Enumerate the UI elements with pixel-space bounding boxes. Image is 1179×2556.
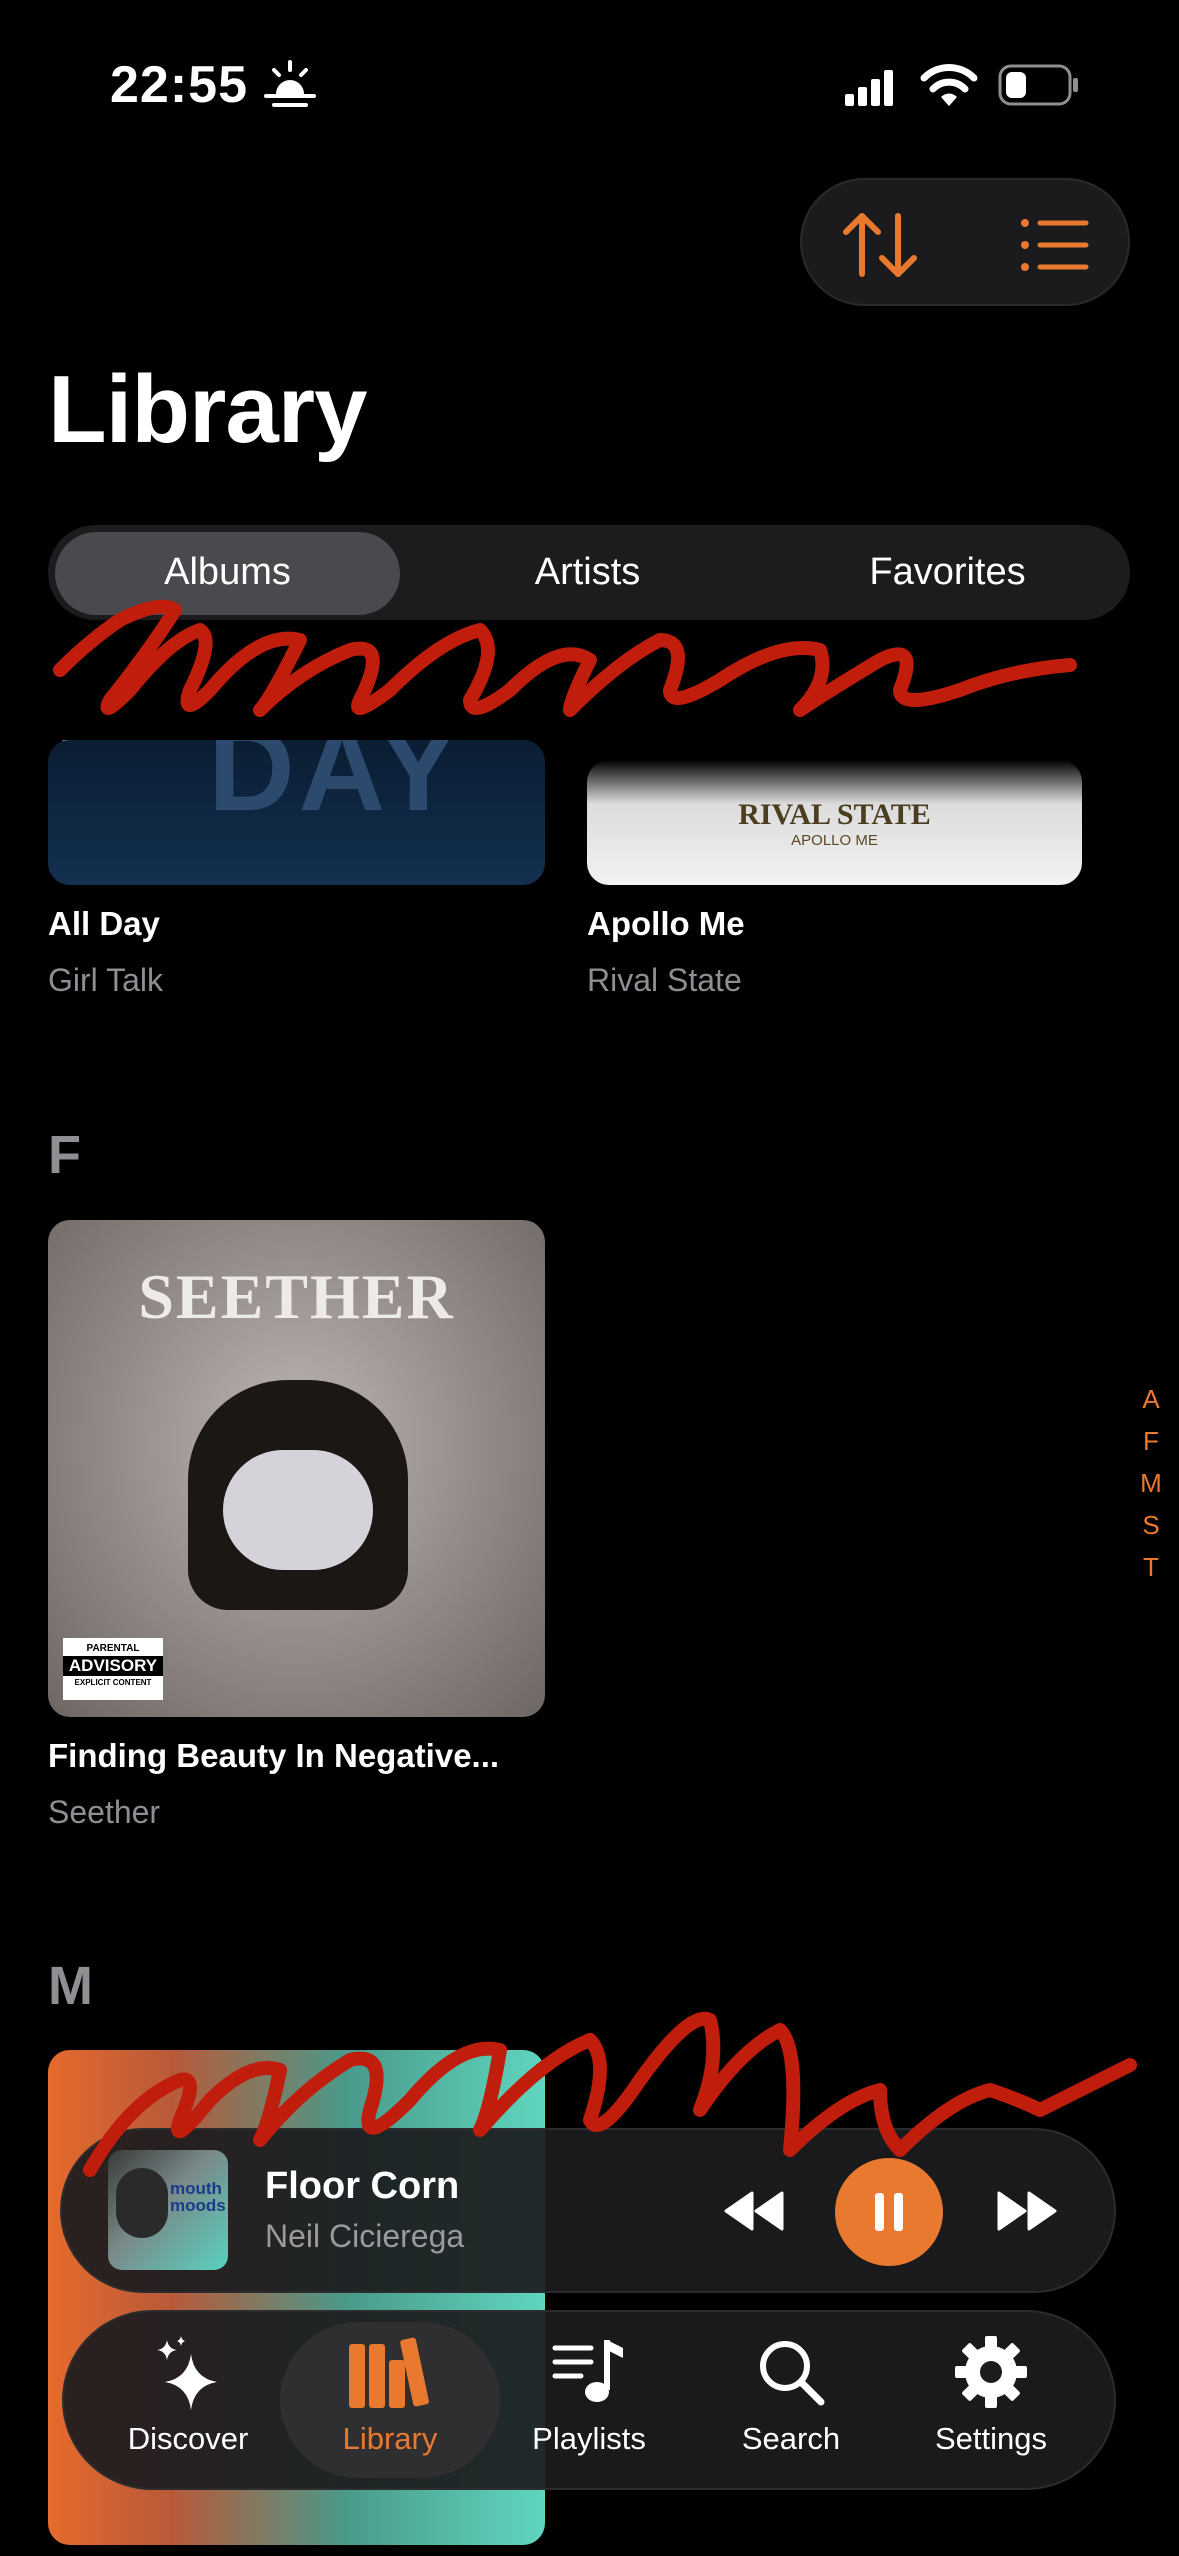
scribble-stroke-top [53,599,1077,717]
now-playing-artist[interactable]: Neil Cicierega [265,2218,464,2255]
index-letter[interactable]: A [1140,1378,1162,1420]
rewind-button[interactable] [720,2178,786,2244]
now-playing-title[interactable]: Floor Corn [265,2165,459,2208]
album-artist[interactable]: Rival State [587,962,742,999]
rewind-icon [724,2191,784,2231]
album-title[interactable]: All Day [48,905,160,943]
pause-button[interactable] [835,2158,943,2266]
segment-albums[interactable]: Albums [55,525,400,620]
cover-text: SEETHER [138,1261,455,1332]
section-header-m: M [48,1956,93,2016]
tab-search[interactable]: Search [691,2325,891,2475]
artwork-figure [116,2168,168,2238]
album-artist[interactable]: Seether [48,1794,160,1831]
status-time: 22:55 [110,56,248,114]
album-cover-all-day[interactable]: DAY [48,740,545,885]
sort-arrows-icon [843,213,917,277]
segment-favorites[interactable]: Favorites [770,525,1125,620]
signal-icon [845,70,893,106]
artwork-text: mouth moods [170,2179,226,2215]
cover-subtext: APOLLO ME [791,832,878,849]
list-view-button[interactable] [1005,195,1105,295]
books-icon [349,2337,429,2408]
tab-playlists[interactable]: Playlists [489,2325,689,2475]
cover-text: RIVAL STATE [738,798,931,831]
cover-text: DAY [208,740,463,836]
album-title[interactable]: Finding Beauty In Negative... [48,1737,499,1775]
sparkles-icon [157,2336,217,2410]
album-cover-finding-beauty[interactable]: SEETHER PARENTAL ADVISORY EXPLICIT CONTE… [48,1220,545,1717]
index-letter[interactable]: M [1140,1462,1162,1504]
album-cover-apollo-me[interactable]: RIVAL STATE APOLLO ME [587,760,1082,885]
album-artist[interactable]: Girl Talk [48,962,163,999]
album-title[interactable]: Apollo Me [587,905,745,943]
badge-line: EXPLICIT CONTENT [74,1678,152,1687]
page-title: Library [48,356,367,463]
search-icon [760,2341,825,2406]
tab-library[interactable]: Library [290,2325,490,2475]
fast-forward-button[interactable] [995,2178,1061,2244]
tab-settings[interactable]: Settings [891,2325,1091,2475]
wifi-icon [920,64,978,106]
section-header-f: F [48,1125,81,1185]
list-icon [1021,219,1089,271]
playlist-icon [552,2340,623,2402]
gear-icon [955,2336,1027,2408]
segment-artists[interactable]: Artists [410,525,765,620]
tab-label: Discover [127,2421,249,2456]
tab-discover[interactable]: Discover [88,2325,288,2475]
tab-label: Library [342,2421,438,2456]
fast-forward-icon [997,2191,1057,2231]
battery-icon [998,64,1078,106]
badge-line: PARENTAL [86,1643,140,1654]
index-letter[interactable]: F [1140,1420,1162,1462]
cover-figure-face [223,1450,373,1570]
alphabet-index[interactable]: A F M S T [1140,1378,1162,1588]
index-letter[interactable]: T [1140,1546,1162,1588]
sun-horizon-icon [264,60,316,107]
tab-label: Search [741,2421,841,2456]
tab-label: Settings [934,2421,1047,2456]
badge-line: ADVISORY [63,1656,163,1676]
tab-label: Playlists [532,2421,646,2456]
sort-button[interactable] [830,195,930,295]
pause-icon [875,2193,903,2231]
now-playing-artwork[interactable]: mouth moods [108,2150,228,2270]
parental-advisory-badge: PARENTAL ADVISORY EXPLICIT CONTENT [63,1638,163,1700]
index-letter[interactable]: S [1140,1504,1162,1546]
